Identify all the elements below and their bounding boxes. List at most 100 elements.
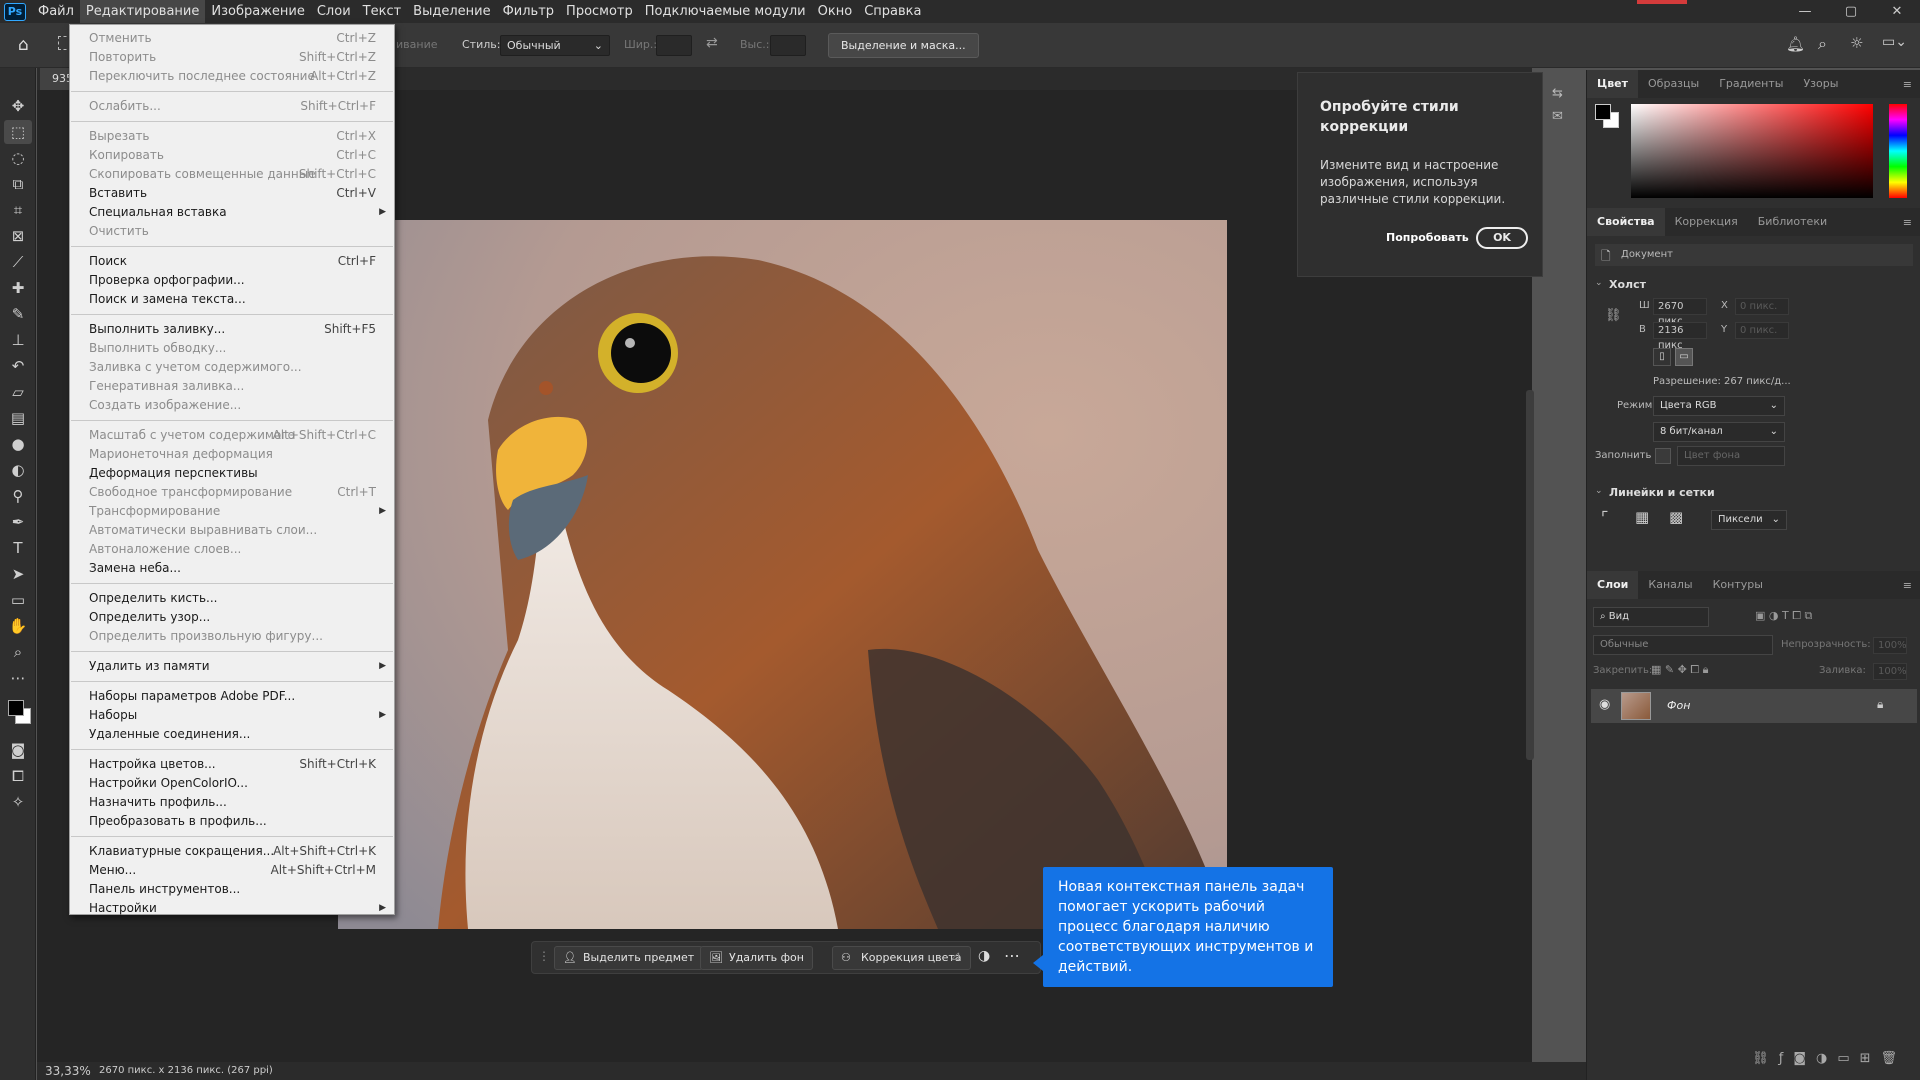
path-select-tool-icon[interactable]: ➤	[4, 562, 32, 586]
opacity-field[interactable]: 100%	[1873, 637, 1907, 654]
edit-menu-item[interactable]: Специальная вставка ▶	[70, 203, 394, 222]
menu-9[interactable]: Окно	[812, 0, 859, 23]
history-icon[interactable]: ⇆	[1552, 86, 1578, 101]
edit-menu-item[interactable]: Замена неба...	[70, 559, 394, 578]
edit-menu-item[interactable]: Клавиатурные сокращения... Alt+Shift+Ctrl…	[70, 842, 394, 861]
panel-menu-icon[interactable]: ≡	[1903, 216, 1920, 229]
screen-mode-icon[interactable]: ⧠	[4, 764, 32, 788]
panel-tab[interactable]: Библиотеки	[1748, 208, 1837, 236]
ruler-icon[interactable]: ⌜	[1601, 508, 1609, 527]
foreground-color-swatch[interactable]	[8, 700, 24, 716]
panel-tab[interactable]: Коррекция	[1665, 208, 1748, 236]
pen-tool-icon[interactable]: ✒	[4, 510, 32, 534]
edit-menu-item[interactable]: Проверка орфографии...	[70, 271, 394, 290]
edit-menu-item[interactable]: Удаленные соединения...	[70, 725, 394, 744]
object-select-tool-icon[interactable]: ⧉	[4, 172, 32, 196]
edit-menu-item[interactable]: Меню... Alt+Shift+Ctrl+M	[70, 861, 394, 880]
fill-select[interactable]: Цвет фона	[1677, 446, 1785, 466]
panel-menu-icon[interactable]: ≡	[1903, 78, 1920, 91]
panel-tab[interactable]: Свойства	[1587, 208, 1665, 236]
panel-tab[interactable]: Контуры	[1703, 571, 1773, 599]
chevron-down-icon[interactable]: ⌄	[1595, 278, 1603, 288]
panel-tab[interactable]: Каналы	[1638, 571, 1702, 599]
status-arrow-icon[interactable]: ›	[263, 1063, 267, 1076]
menu-3[interactable]: Слои	[311, 0, 357, 23]
guides-icon[interactable]: ▩	[1669, 508, 1683, 526]
layer-name[interactable]: Фон	[1667, 699, 1690, 712]
zoom-level[interactable]: 33,33%	[45, 1064, 91, 1078]
history-brush-tool-icon[interactable]: ↶	[4, 354, 32, 378]
menu-4[interactable]: Текст	[357, 0, 408, 23]
style-select[interactable]: Обычный ⌄	[500, 35, 610, 56]
zoom-in-tool-icon[interactable]: ⚲	[4, 484, 32, 508]
portrait-icon[interactable]: ▯	[1653, 348, 1671, 366]
lock-icons[interactable]: ▦ ✎ ✥ ⧠ 🔒︎	[1651, 663, 1708, 677]
edit-menu-item[interactable]: Наборы параметров Adobe PDF...	[70, 687, 394, 706]
menu-2[interactable]: Изображение	[205, 0, 310, 23]
height-field[interactable]: 2136 пикс	[1653, 322, 1707, 351]
edit-menu-item[interactable]: Настройки OpenColorIO...	[70, 774, 394, 793]
edit-menu-item[interactable]: Настройка цветов... Shift+Ctrl+K	[70, 755, 394, 774]
width-field[interactable]: 2670 пикс	[1653, 298, 1707, 327]
panel-tab[interactable]: Узоры	[1793, 70, 1848, 98]
units-select[interactable]: Пиксели ⌄	[1711, 510, 1787, 530]
grid-icon[interactable]: ▦	[1635, 508, 1649, 526]
workspace-icon[interactable]: ▭⌄	[1882, 34, 1907, 50]
eyedropper-tool-icon[interactable]: ⟋	[4, 250, 32, 274]
blur-tool-icon[interactable]: ●	[4, 432, 32, 456]
edit-menu-item[interactable]: Определить кисть...	[70, 589, 394, 608]
color-field[interactable]	[1631, 104, 1873, 198]
remove-background-button[interactable]: 🖼︎ Удалить фон	[700, 946, 813, 970]
minimize-button[interactable]: —	[1782, 0, 1828, 23]
maximize-button[interactable]: ▢	[1828, 0, 1874, 23]
stamp-tool-icon[interactable]: ⊥	[4, 328, 32, 352]
height-input[interactable]	[770, 35, 806, 56]
eye-icon[interactable]: ◉	[1599, 697, 1610, 712]
search-icon[interactable]: ⌕	[1818, 34, 1827, 54]
y-field[interactable]: 0 пикс.	[1735, 322, 1789, 339]
edit-menu-item[interactable]: Деформация перспективы	[70, 464, 394, 483]
edit-menu-item[interactable]: Определить узор...	[70, 608, 394, 627]
eraser-tool-icon[interactable]: ▱	[4, 380, 32, 404]
bell-icon[interactable]: 🔔︎	[1786, 35, 1805, 53]
quick-mask-icon[interactable]: ◙	[4, 738, 32, 762]
panel-tab[interactable]: Образцы	[1638, 70, 1709, 98]
fill-swatch[interactable]	[1655, 448, 1671, 464]
canvas-image[interactable]	[338, 220, 1227, 929]
close-button[interactable]: ✕	[1874, 0, 1920, 23]
edit-menu-item[interactable]: Вставить Ctrl+V	[70, 184, 394, 203]
try-button[interactable]: Попробовать	[1386, 231, 1469, 244]
edit-menu-item[interactable]: Назначить профиль...	[70, 793, 394, 812]
edit-menu-item[interactable]: Удалить из памяти ▶	[70, 657, 394, 676]
transform-icon[interactable]: ⊿	[950, 949, 961, 964]
edit-menu-item[interactable]: Поиск Ctrl+F	[70, 252, 394, 271]
edit-menu-item[interactable]: Преобразовать в профиль...	[70, 812, 394, 831]
menu-7[interactable]: Просмотр	[560, 0, 639, 23]
hand-tool-icon[interactable]: ✋	[4, 614, 32, 638]
blend-mode-select[interactable]: Обычные	[1593, 635, 1773, 655]
frame-tool-icon[interactable]: ⊠	[4, 224, 32, 248]
color-swatches[interactable]	[0, 692, 35, 736]
hue-slider[interactable]	[1889, 104, 1907, 198]
comment-icon[interactable]: ✉	[1552, 109, 1578, 124]
crop-tool-icon[interactable]: ⌗	[4, 198, 32, 222]
edit-menu-item[interactable]: Поиск и замена текста...	[70, 290, 394, 309]
drag-handle-icon[interactable]: ⋮	[538, 949, 550, 963]
dodge-tool-icon[interactable]: ◐	[4, 458, 32, 482]
lasso-tool-icon[interactable]: ◌	[4, 146, 32, 170]
menu-6[interactable]: Фильтр	[497, 0, 560, 23]
select-and-mask-button[interactable]: Выделение и маска...	[828, 33, 979, 58]
layers-footer-icons[interactable]: ⛓ƒ◙◑▭⊞🗑︎	[1587, 1051, 1920, 1075]
menu-5[interactable]: Выделение	[407, 0, 496, 23]
type-tool-icon[interactable]: T	[4, 536, 32, 560]
edit-menu-item[interactable]: Настройки ▶	[70, 899, 394, 918]
healing-tool-icon[interactable]: ✚	[4, 276, 32, 300]
move-tool-icon[interactable]: ✥	[4, 94, 32, 118]
panel-tab[interactable]: Градиенты	[1709, 70, 1793, 98]
rulers-chevron-icon[interactable]: ⌄	[1595, 486, 1603, 496]
menu-0[interactable]: Файл	[32, 0, 80, 23]
width-input[interactable]	[656, 35, 692, 56]
edit-menu-item[interactable]: Наборы ▶	[70, 706, 394, 725]
landscape-icon[interactable]: ▭	[1675, 348, 1693, 366]
menu-10[interactable]: Справка	[858, 0, 927, 23]
